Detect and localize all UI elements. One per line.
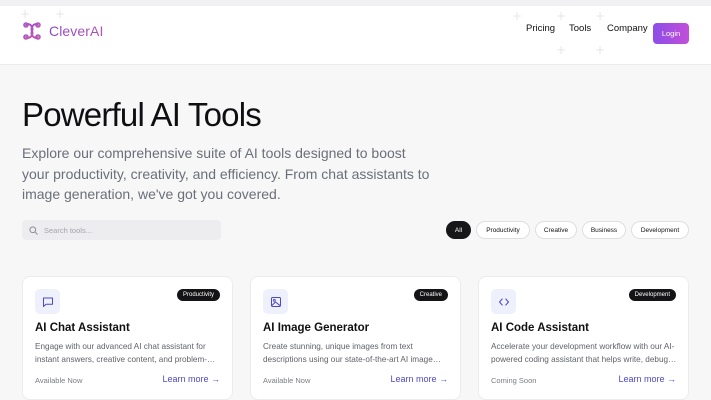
nav-link-tools[interactable]: Tools <box>569 23 591 34</box>
card-title: AI Code Assistant <box>491 322 589 334</box>
decorative-plus-icon: + <box>556 43 567 57</box>
decorative-plus-icon: + <box>20 7 31 21</box>
filter-development[interactable]: Development <box>631 221 689 239</box>
decorative-plus-icon: + <box>55 7 66 21</box>
availability-status: Available Now <box>35 376 83 385</box>
header-top-band <box>0 0 711 6</box>
nav-link-company[interactable]: Company <box>607 23 648 34</box>
filter-creative[interactable]: Creative <box>535 221 577 239</box>
code-icon <box>491 289 516 314</box>
tool-card-image[interactable]: Creative AI Image Generator Create stunn… <box>250 276 461 400</box>
brand-name: CleverAI <box>49 23 104 39</box>
category-badge: Development <box>628 289 676 301</box>
filter-productivity[interactable]: Productivity <box>476 221 530 239</box>
decorative-plus-icon: + <box>556 9 567 23</box>
learn-more-link[interactable]: Learn more → <box>618 374 676 384</box>
category-badge: Productivity <box>176 289 220 301</box>
decorative-plus-icon: + <box>595 9 606 23</box>
nav-link-pricing[interactable]: Pricing <box>526 23 555 34</box>
availability-status: Available Now <box>263 376 311 385</box>
brand-logo[interactable]: CleverAI <box>22 21 103 41</box>
decorative-plus-icon: + <box>512 9 523 23</box>
logo-icon <box>23 22 41 40</box>
learn-more-link[interactable]: Learn more → <box>390 374 448 384</box>
learn-more-link[interactable]: Learn more → <box>162 374 220 384</box>
image-icon <box>263 289 288 314</box>
filter-all[interactable]: All <box>446 221 471 239</box>
decorative-plus-icon: + <box>595 43 606 57</box>
page-subtitle: Explore our comprehensive suite of AI to… <box>22 145 430 202</box>
filter-business[interactable]: Business <box>582 221 626 239</box>
card-title: AI Image Generator <box>263 322 370 334</box>
category-badge: Creative <box>413 289 448 301</box>
availability-status: Coming Soon <box>491 376 537 385</box>
chat-icon <box>35 289 60 314</box>
search-box[interactable] <box>22 220 221 240</box>
page-title: Powerful AI Tools <box>22 96 262 133</box>
card-title: AI Chat Assistant <box>35 322 130 334</box>
search-input[interactable] <box>44 225 214 235</box>
card-description: Create stunning, unique images from text… <box>263 342 433 364</box>
login-button[interactable]: Login <box>653 23 689 44</box>
card-description: Accelerate your development workflow wit… <box>491 342 675 364</box>
tool-card-chat[interactable]: Productivity AI Chat Assistant Engage wi… <box>22 276 233 400</box>
site-header: + + + + + + + CleverAI Pricing Tools Com… <box>0 0 711 65</box>
search-icon <box>29 225 38 235</box>
card-description: Engage with our advanced AI chat assista… <box>35 342 208 364</box>
tool-card-code[interactable]: Development AI Code Assistant Accelerate… <box>478 276 689 400</box>
